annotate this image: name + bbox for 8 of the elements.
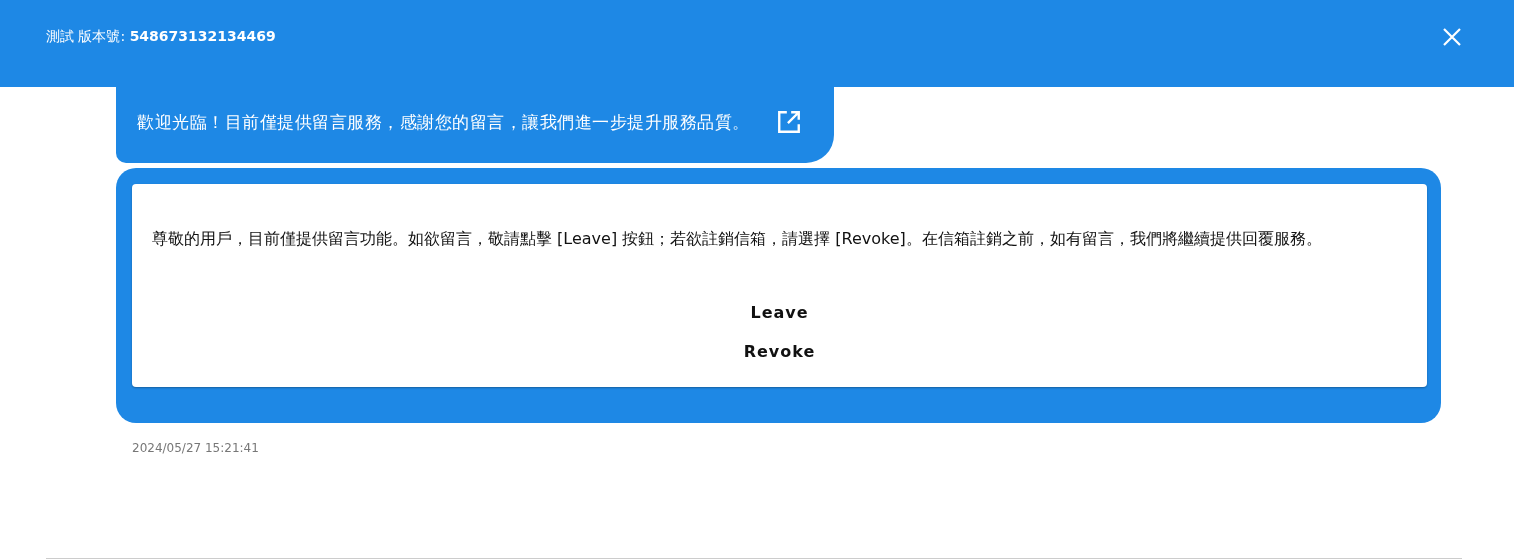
open-external-button[interactable] (775, 109, 802, 135)
external-link-icon (775, 109, 802, 135)
message-text: 歡迎光臨！目前僅提供留言服務，感謝您的留言，讓我們進一步提升服務品質。 (137, 110, 750, 134)
timestamp: 2024/05/27 15:21:41 (132, 441, 259, 455)
window-title: 測試 版本號: 548673132134469 (46, 27, 276, 46)
action-button[interactable]: Revoke (733, 336, 826, 367)
message-text: 尊敬的用戶，目前僅提供留言功能。如欲留言，敬請點擊 [Leave] 按鈕；若欲註銷信箱，請選擇 [Revoke]。在信箱註銷之前，如有留言，我們將繼續提供回覆服務。 (152, 228, 1323, 250)
action-button[interactable]: Leave (740, 297, 819, 328)
